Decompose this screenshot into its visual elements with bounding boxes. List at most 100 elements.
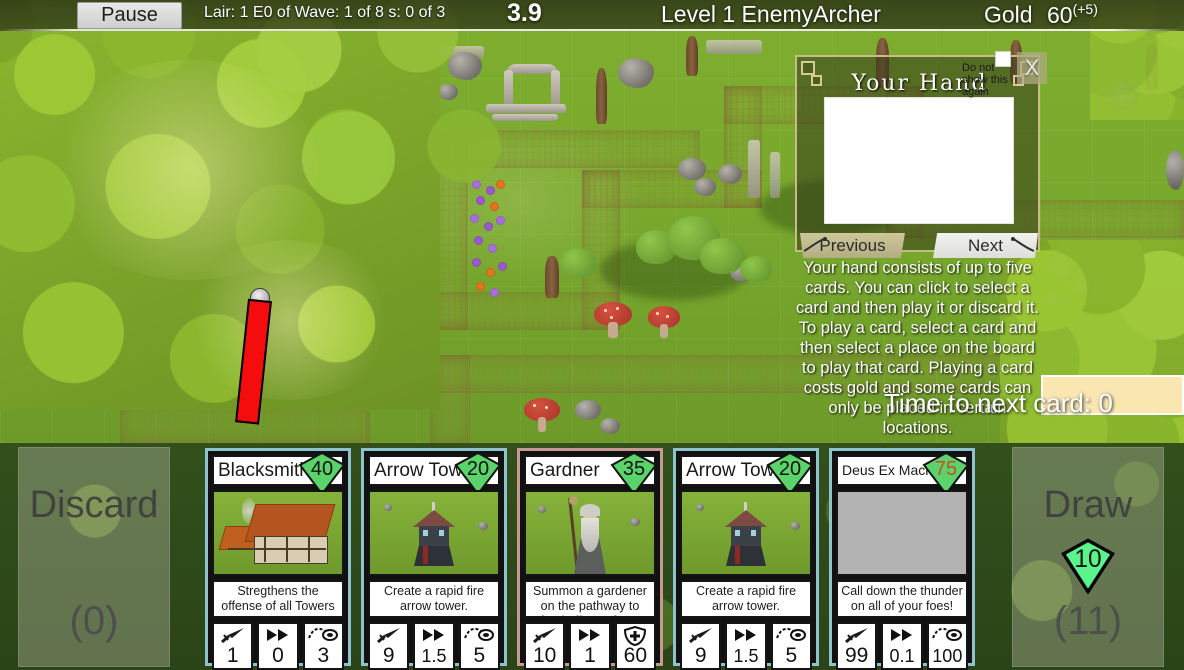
card-stats: 99 0.1 100 <box>836 622 968 670</box>
bush <box>700 238 744 274</box>
hand-card[interactable]: Gardner 35 Summon a gardener on the path… <box>517 448 663 670</box>
rock <box>696 504 704 511</box>
hand-card[interactable]: Arrow Tower 20 Create a rapid fire arrow… <box>673 448 819 670</box>
card-stats: 1 0 3 <box>212 622 344 670</box>
card-stat: 99 <box>836 622 878 670</box>
card-cost: 75 <box>935 458 957 480</box>
card-stat-value: 5 <box>785 644 798 667</box>
card-stat-value: 9 <box>382 644 395 667</box>
enemy-unit[interactable] <box>235 288 272 425</box>
ruin-fragment <box>706 40 762 54</box>
gem-icon: 10 <box>1061 538 1115 594</box>
fast-forward-icon <box>727 626 764 646</box>
sword-icon <box>370 626 407 646</box>
range-icon <box>773 626 810 646</box>
draw-pile-count: (11) <box>1053 599 1123 643</box>
card-stat: 5 <box>770 622 812 670</box>
card-stat-value: 1.5 <box>421 646 447 666</box>
card-artwork <box>836 490 968 576</box>
hand-card[interactable]: Deus Ex Machina 75 Call down the thunder… <box>829 448 975 670</box>
card-stat-value: 60 <box>623 644 647 667</box>
card-artwork <box>368 490 500 576</box>
sword-icon <box>214 626 251 646</box>
dialog-illustration-area <box>824 97 1014 224</box>
gold-value: 60 <box>1046 1 1073 28</box>
mushroom <box>594 302 632 338</box>
rock <box>478 522 488 530</box>
bush <box>740 256 772 282</box>
close-icon[interactable]: X <box>1017 52 1047 84</box>
card-stat-value: 1 <box>584 644 596 667</box>
card-title-row: Deus Ex Machina 75 <box>836 451 970 496</box>
card-description: Call down the thunder on all of your foe… <box>836 580 968 618</box>
sword-icon <box>526 626 563 646</box>
shield-health-icon <box>617 625 654 647</box>
card-title-row: Arrow Tower 20 <box>680 451 814 496</box>
arrow-tower-art <box>411 502 457 568</box>
draw-pile[interactable]: Draw 10 (11) <box>1012 447 1164 667</box>
draw-pile-label: Draw <box>1043 484 1133 526</box>
card-stat: 9 <box>680 622 722 670</box>
card-stat: 0.1 <box>881 622 923 670</box>
sword-icon <box>682 626 719 646</box>
level-name-label: Level 1 EnemyArcher <box>661 1 881 27</box>
wave-timer: 3.9 <box>507 0 542 27</box>
range-icon <box>929 626 966 646</box>
light-haze <box>180 240 400 400</box>
sword-icon <box>838 626 875 646</box>
card-artwork <box>524 490 656 576</box>
card-title-row: Gardner 35 <box>524 451 658 496</box>
ruin-fragment <box>770 152 780 198</box>
draw-gem-value: 10 <box>1074 546 1101 573</box>
card-stat: 5 <box>458 622 500 670</box>
previous-button[interactable]: Previous <box>800 233 905 258</box>
tree-trunk <box>545 256 559 298</box>
wave-info-label: Lair: 1 E0 of Wave: 1 of 8 s: 0 of 3 <box>204 4 446 21</box>
card-stat-value: 0.1 <box>889 646 915 666</box>
next-label: Next <box>968 236 1003 255</box>
hand-card[interactable]: Arrow Tower 20 Create a rapid fire arrow… <box>361 448 507 670</box>
rock <box>694 178 716 196</box>
swoosh-icon <box>803 237 827 252</box>
card-stat: 100 <box>926 622 968 670</box>
ruin-fragment <box>748 140 760 198</box>
gardener-art <box>568 496 612 574</box>
card-stat: 1.5 <box>725 622 767 670</box>
next-card-timer-label: Time to next card: 0 <box>884 388 1113 418</box>
discard-pile[interactable]: Discard (0) <box>18 447 170 667</box>
card-description: Create a rapid fire arrow tower. <box>368 580 500 618</box>
next-button[interactable]: Next <box>933 233 1038 258</box>
card-title-row: Arrow Tower 20 <box>368 451 502 496</box>
dialog-nav-row: Previous Next <box>800 233 1040 259</box>
card-title-row: Blacksmith 40 <box>212 451 346 496</box>
gold-label: Gold <box>984 1 1033 28</box>
card-stat-value: 1.5 <box>733 646 759 666</box>
card-stat-value: 1 <box>226 644 239 667</box>
bush <box>560 248 596 278</box>
gold-income: (+5) <box>1072 1 1098 17</box>
rock <box>618 58 654 88</box>
tutorial-dialog: Your Hand Previous Next Your hand consis… <box>795 55 1040 440</box>
hand-card[interactable]: Blacksmith 40 Stregthens the offense of … <box>205 448 351 670</box>
dead-tree <box>686 36 698 76</box>
top-hud-bar: Pause Lair: 1 E0 of Wave: 1 of 8 s: 0 of… <box>0 0 1184 31</box>
card-cost: 20 <box>467 458 489 480</box>
card-stat: 9 <box>368 622 410 670</box>
discard-pile-label: Discard <box>29 484 159 526</box>
card-artwork <box>212 490 344 576</box>
card-stat: 1 <box>569 622 611 670</box>
rock <box>600 418 620 434</box>
card-cost: 20 <box>779 458 801 480</box>
pause-button[interactable]: Pause <box>77 2 182 29</box>
fast-forward-icon <box>883 626 920 646</box>
rock <box>575 400 601 420</box>
arrow-tower-art <box>723 502 769 568</box>
fast-forward-icon <box>415 626 452 646</box>
discard-pile-count: (0) <box>69 599 119 643</box>
card-stat: 0 <box>257 622 299 670</box>
fast-forward-icon <box>259 626 296 646</box>
card-stat-value: 10 <box>532 644 557 667</box>
rock <box>630 518 640 526</box>
mushroom <box>648 306 680 338</box>
rock <box>678 158 706 180</box>
